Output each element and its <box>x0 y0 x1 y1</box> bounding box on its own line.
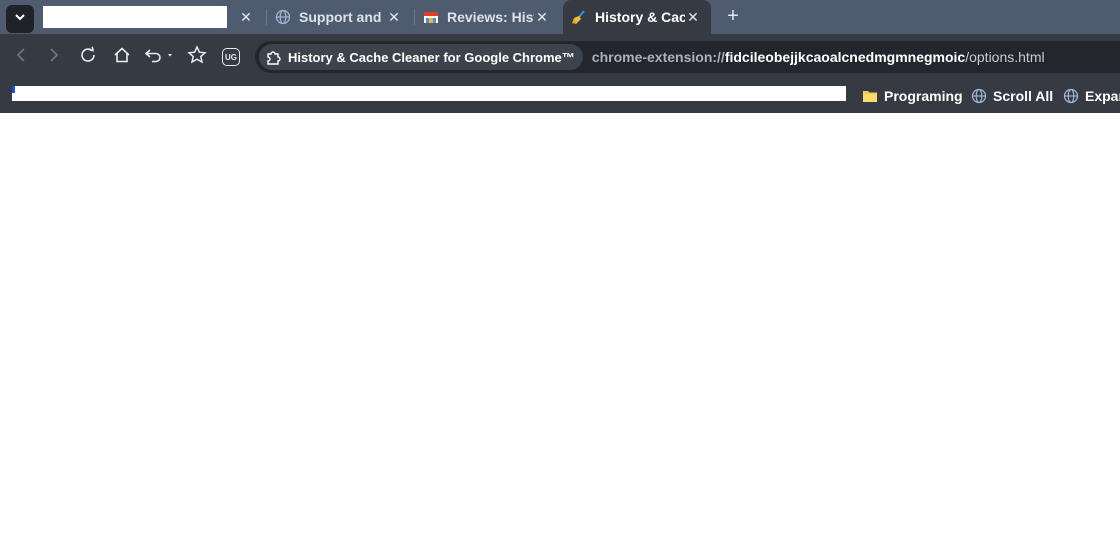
undo-icon <box>144 46 174 69</box>
browser-window: er ✕ Support and ✕ Reviews: Hist ✕ <box>0 0 1120 560</box>
bookmark-star-button[interactable] <box>186 44 208 70</box>
url-path: /options.html <box>965 49 1045 65</box>
globe-icon <box>971 88 987 104</box>
ug-extension-button[interactable]: UG <box>220 46 242 68</box>
folder-icon <box>862 88 878 104</box>
url-host: fidcileobejjkcaoalcnedmgmnegmoic <box>724 49 966 65</box>
close-tab-icon[interactable]: ✕ <box>534 9 550 25</box>
arrow-right-icon <box>46 47 62 68</box>
extension-name: History & Cache Cleaner for Google Chrom… <box>288 49 575 65</box>
extension-chip[interactable]: History & Cache Cleaner for Google Chrom… <box>259 44 583 70</box>
address-bar[interactable]: History & Cache Cleaner for Google Chrom… <box>255 41 1120 73</box>
store-icon <box>423 9 439 25</box>
bookmark-programing[interactable]: Programing <box>862 86 963 106</box>
redacted-block <box>12 86 846 101</box>
close-tab-icon[interactable]: ✕ <box>685 9 701 25</box>
tab-strip: er ✕ Support and ✕ Reviews: Hist ✕ <box>0 0 1120 34</box>
broom-icon <box>571 9 587 25</box>
reload-button[interactable] <box>77 46 99 68</box>
bookmark-label: Programing <box>884 88 963 104</box>
tab-reviews[interactable]: Reviews: Hist ✕ <box>415 0 562 34</box>
puzzle-icon <box>265 48 283 66</box>
home-button[interactable] <box>111 46 133 68</box>
bookmarks-bar: Programing Scroll All Expar <box>0 80 1120 113</box>
tab-history-cache[interactable]: History & Cac ✕ <box>563 0 711 34</box>
globe-icon <box>275 9 291 25</box>
chevron-down-icon <box>14 10 26 28</box>
tab-search-button[interactable] <box>6 5 34 33</box>
globe-icon <box>1063 88 1079 104</box>
undo-close-tab-button[interactable] <box>143 46 175 68</box>
tab-title: History & Cac <box>595 9 685 25</box>
bookmark-scroll-all[interactable]: Scroll All <box>971 86 1053 106</box>
redacted-block <box>43 6 227 28</box>
toolbar: UG History & Cache Cleaner for Google Ch… <box>0 34 1120 80</box>
url-scheme: chrome-extension:// <box>591 49 725 65</box>
bookmark-label: Scroll All <box>993 88 1054 104</box>
tab-support[interactable]: Support and ✕ <box>267 0 414 34</box>
redacted-marker <box>12 86 15 93</box>
page-content <box>0 113 1120 560</box>
forward-button[interactable] <box>43 46 65 68</box>
reload-icon <box>79 46 97 69</box>
new-tab-button[interactable]: + <box>722 5 744 27</box>
star-icon <box>187 44 207 70</box>
back-button[interactable] <box>10 46 32 68</box>
ug-badge-icon: UG <box>222 48 240 66</box>
close-tab-icon[interactable]: ✕ <box>238 9 254 25</box>
tab-title: Support and <box>299 9 382 25</box>
bookmark-expar[interactable]: Expar <box>1063 86 1120 106</box>
arrow-left-icon <box>13 47 29 68</box>
tab-title: Reviews: Hist <box>447 9 534 25</box>
bookmark-label: Expar <box>1085 88 1120 104</box>
home-icon <box>113 46 131 69</box>
url-text: chrome-extension://fidcileobejjkcaoalcne… <box>592 49 1045 65</box>
close-tab-icon[interactable]: ✕ <box>386 9 402 25</box>
